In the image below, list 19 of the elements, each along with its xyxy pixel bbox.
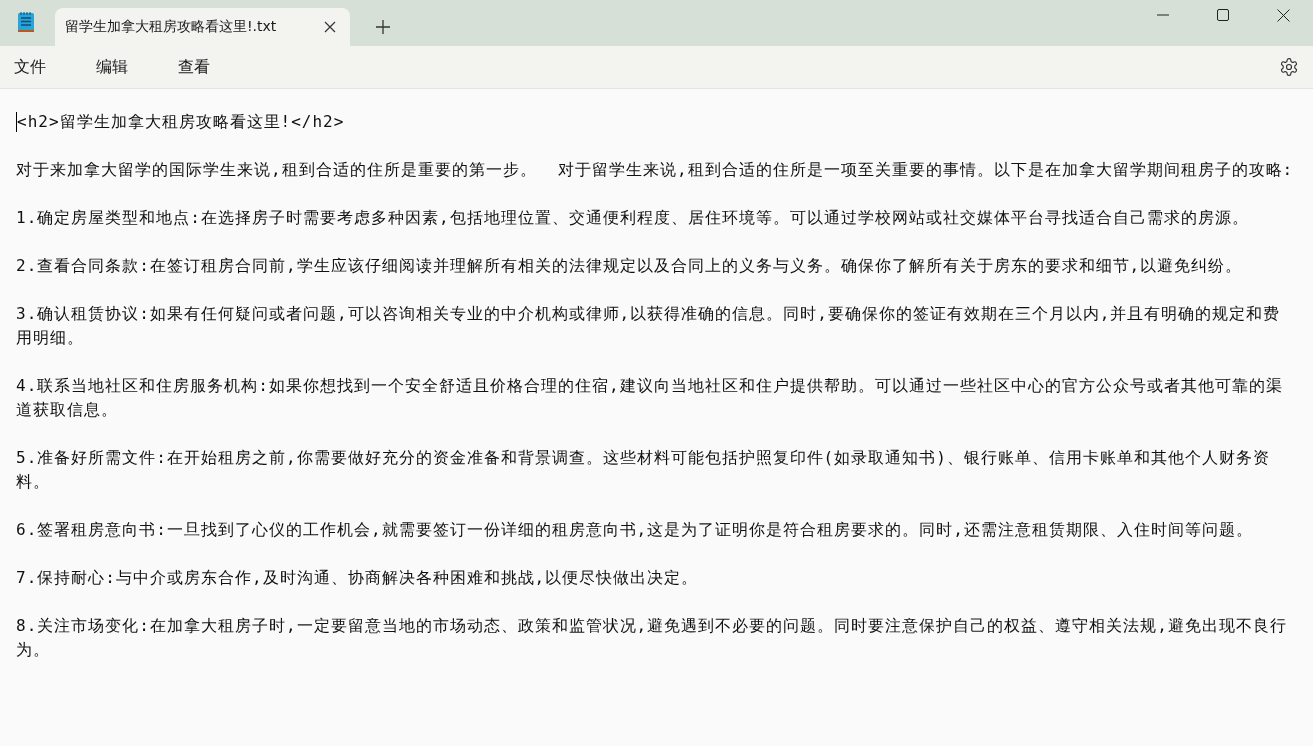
text-paragraph: 7.保持耐心:与中介或房东合作,及时沟通、协商解决各种困难和挑战,以便尽快做出决定。: [16, 567, 700, 589]
text-paragraph: 对于来加拿大留学的国际学生来说,租到合适的住所是重要的第一步。 对于留学生来说,租到合适的住所是一项至关重要的事情。以下是在加拿大留学期间租房子的攻略:: [16, 159, 1295, 181]
menu-item[interactable]: 编辑: [86, 50, 138, 84]
text-paragraph: 8.关注市场变化:在加拿大租房子时,一定要留意当地的市场动态、政策和监管状况,避免遇到不必要的问题。同时要注意保护自己的权益、遵守相关法规,避免出现不良行为。: [16, 615, 1288, 661]
close-icon[interactable]: [324, 21, 336, 33]
settings-icon[interactable]: [1279, 57, 1299, 77]
text-paragraph: 4.联系当地社区和住房服务机构:如果你想找到一个安全舒适且价格合理的住宿,建议向当地社区和住户提供帮助。可以通过一些社区中心的官方公众号或者其他可靠的渠道获取信息。: [16, 375, 1284, 421]
notepad-icon: [17, 11, 35, 33]
plus-icon[interactable]: [376, 20, 390, 34]
text-paragraph: 2.查看合同条款:在签订租房合同前,学生应该仔细阅读并理解所有相关的法律规定以及合同上的义务与义务。确保你了解所有关于房东的要求和细节,以避免纠纷。: [16, 255, 1244, 277]
text-paragraph: 3.确认租赁协议:如果有任何疑问或者问题,可以咨询相关专业的中介机构或律师,以获得准确的信息。同时,要确保你的签证有效期在三个月以内,并且有明确的规定和费用明细。: [16, 303, 1282, 349]
text-cursor: [16, 112, 17, 132]
document-tab[interactable]: 留学生加拿大租房攻略看这里!.txt: [55, 8, 350, 46]
menu-item[interactable]: 查看: [168, 50, 220, 84]
menu-item[interactable]: 文件: [4, 50, 56, 84]
text-paragraph: 1.确定房屋类型和地点:在选择房子时需要考虑多种因素,包括地理位置、交通便利程度、居住环境等。可以通过学校网站或社交媒体平台寻找适合自己需求的房源。: [16, 207, 1250, 229]
text-paragraph: 6.签署租房意向书:一旦找到了心仪的工作机会,就需要签订一份详细的租房意向书,这是为了证明你是符合租房要求的。同时,还需注意租赁期限、入住时间等问题。: [16, 519, 1254, 541]
text-paragraph: 5.准备好所需文件:在开始租房之前,你需要做好充分的资金准备和背景调查。这些材料可能包括护照复印件(如录取通知书)、银行账单、信用卡账单和其他个人财务资料。: [16, 447, 1271, 493]
text-paragraph: <h2>留学生加拿大租房攻略看这里!</h2>: [17, 111, 345, 133]
